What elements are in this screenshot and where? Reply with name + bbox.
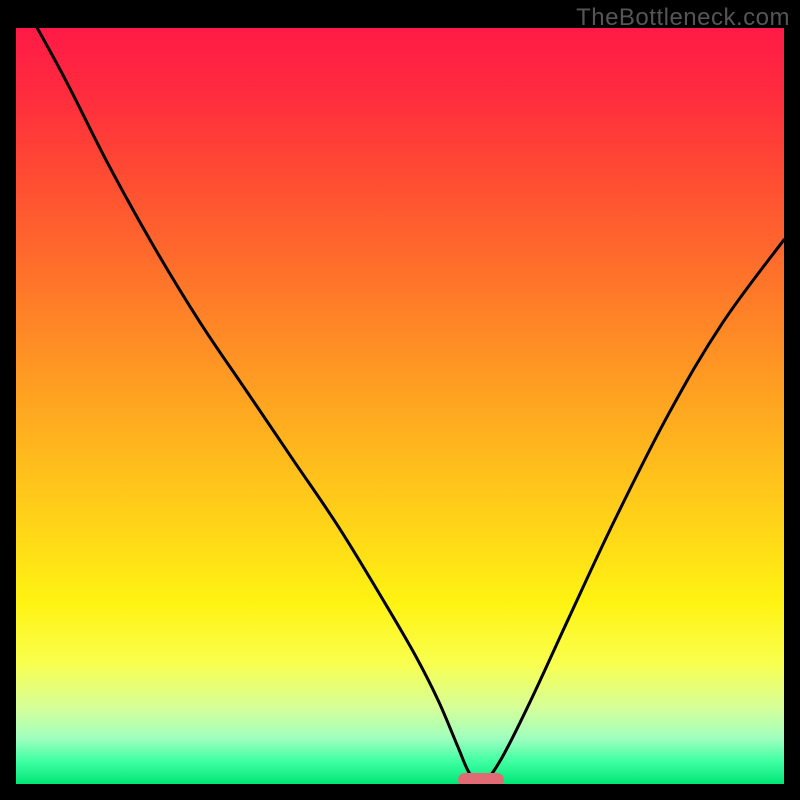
minimum-marker <box>458 773 504 784</box>
plot-area <box>16 28 784 784</box>
bottleneck-curve <box>16 28 784 784</box>
watermark-text: TheBottleneck.com <box>576 4 790 32</box>
chart-frame: TheBottleneck.com <box>0 0 800 800</box>
